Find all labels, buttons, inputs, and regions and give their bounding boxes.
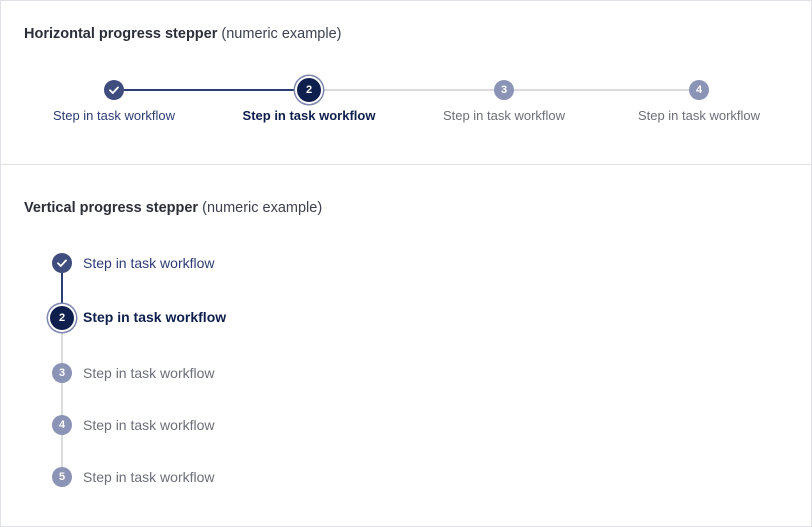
horizontal-stepper-heading: Horizontal progress stepper (numeric exa… [24, 26, 341, 42]
horizontal-connector-1-2 [114, 89, 309, 91]
step-4-number-badge: 4 [689, 80, 709, 100]
step-3-number-badge: 3 [494, 80, 514, 100]
horizontal-stepper-subtitle: (numeric example) [221, 26, 342, 42]
vertical-step-3-label: Step in task workflow [83, 365, 215, 381]
vertical-step-5-label: Step in task workflow [83, 469, 215, 485]
vertical-stepper-panel: Vertical progress stepper (numeric examp… [1, 165, 811, 526]
step-2-number-badge: 2 [50, 306, 74, 330]
vertical-stepper-title: Vertical progress stepper [24, 200, 199, 216]
vertical-step-4-label: Step in task workflow [83, 417, 215, 433]
step-4-number-badge: 4 [52, 415, 72, 435]
horizontal-connector-2-3 [309, 89, 504, 91]
step-2-number-badge: 2 [297, 78, 321, 102]
step-5-number-badge: 5 [52, 467, 72, 487]
check-icon [52, 253, 72, 273]
horizontal-step-2-label: Step in task workflow [242, 108, 376, 123]
horizontal-stepper-title: Horizontal progress stepper [24, 26, 218, 42]
vertical-stepper-subtitle: (numeric example) [202, 200, 323, 216]
horizontal-step-3-label: Step in task workflow [442, 108, 566, 123]
vertical-stepper-heading: Vertical progress stepper (numeric examp… [24, 200, 322, 216]
check-icon [104, 80, 124, 100]
vertical-step-1-label: Step in task workflow [83, 255, 215, 271]
horizontal-step-1-label: Step in task workflow [52, 108, 176, 123]
horizontal-step-4-label: Step in task workflow [637, 108, 761, 123]
vertical-step-2-label: Step in task workflow [83, 309, 227, 325]
stepper-examples: Horizontal progress stepper (numeric exa… [0, 0, 812, 527]
horizontal-stepper-panel: Horizontal progress stepper (numeric exa… [1, 1, 811, 164]
horizontal-connector-3-4 [504, 89, 699, 91]
step-3-number-badge: 3 [52, 363, 72, 383]
